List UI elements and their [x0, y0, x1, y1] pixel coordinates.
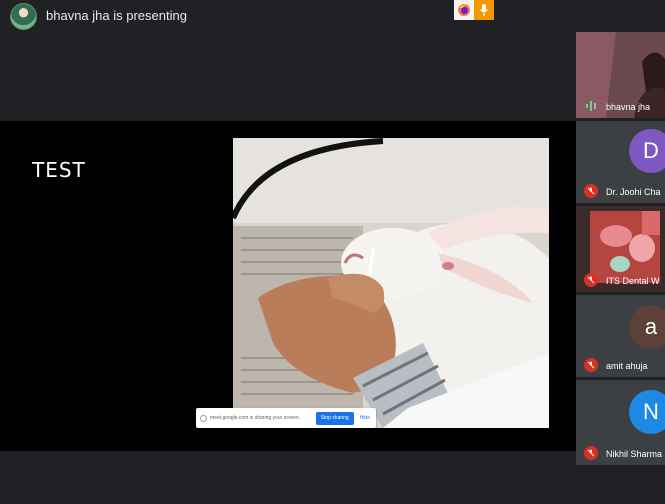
mic-off-icon	[584, 273, 598, 287]
participant-name: Nikhil Sharma	[606, 449, 663, 459]
participant-tile[interactable]: D Dr. Joohi Cha	[576, 121, 665, 203]
participant-tile[interactable]: bhavna jha	[576, 32, 665, 118]
participant-name: Dr. Joohi Cha	[606, 187, 661, 197]
stop-sharing-button[interactable]: Stop sharing	[315, 411, 354, 425]
participant-name: bhavna jha	[606, 102, 651, 112]
participant-name: amit ahuja	[606, 361, 648, 371]
presentation-stage: TEST	[0, 121, 576, 451]
mic-off-icon	[584, 358, 598, 372]
hide-button[interactable]: Hide	[354, 415, 376, 421]
participant-tile[interactable]: N Nikhil Sharma	[576, 380, 665, 465]
mic-icon[interactable]	[474, 0, 494, 20]
share-status-icon	[200, 414, 207, 422]
participant-tile[interactable]: a amit ahuja	[576, 295, 665, 377]
slide-title: TEST	[32, 158, 86, 182]
participant-avatar: D	[629, 129, 665, 173]
presenter-avatar	[10, 3, 37, 30]
firefox-icon[interactable]	[454, 0, 474, 20]
mic-off-icon	[584, 184, 598, 198]
slide-photo-rabbit	[233, 138, 549, 428]
participant-avatar: N	[629, 390, 665, 434]
pinned-icons	[454, 0, 494, 20]
participant-avatar: a	[629, 305, 665, 349]
participant-tile[interactable]: ITS Dental W	[576, 206, 665, 292]
participant-name: ITS Dental W	[606, 276, 660, 286]
share-notification-text: meet.google.com is sharing your screen.	[210, 415, 301, 421]
presenting-text: bhavna jha is presenting	[46, 8, 187, 23]
speaking-indicator-icon	[586, 101, 596, 111]
screen-share-notification: meet.google.com is sharing your screen. …	[196, 408, 376, 428]
participant-column: bhavna jha D Dr. Joohi Cha ITS Dental W …	[576, 32, 665, 465]
mic-off-icon	[584, 446, 598, 460]
top-bar: bhavna jha is presenting	[0, 0, 576, 32]
